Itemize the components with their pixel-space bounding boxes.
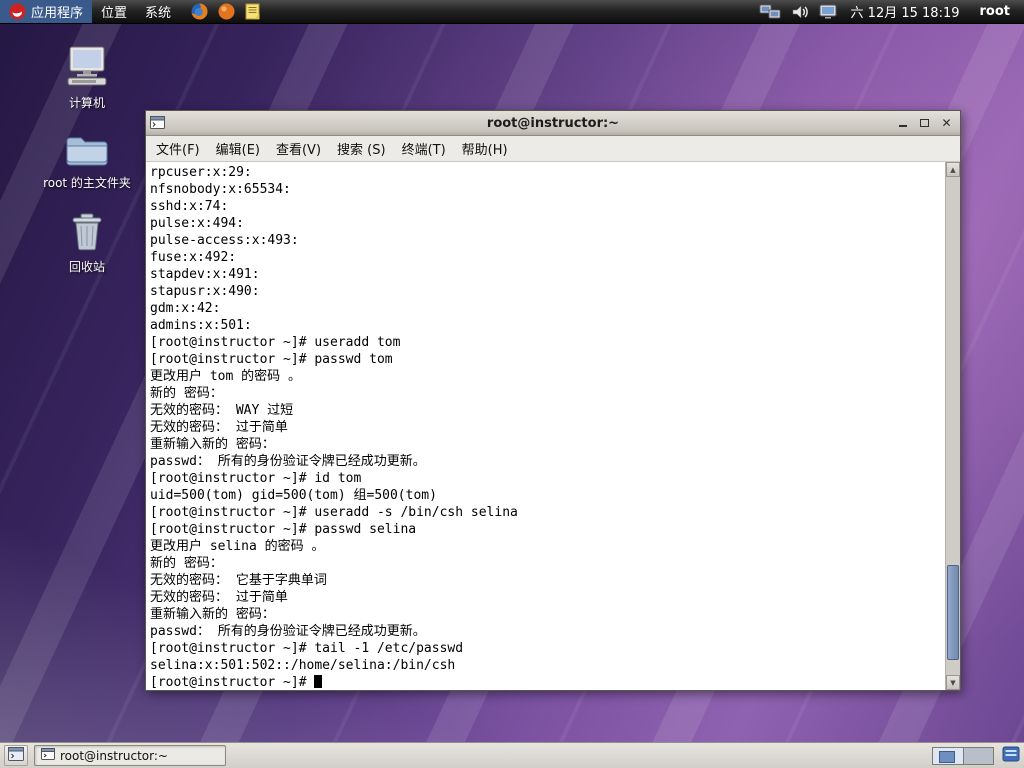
terminal-line: admins:x:501:	[150, 318, 252, 333]
email-launcher-icon[interactable]	[217, 3, 235, 21]
panel-clock[interactable]: 六 12月 15 18:19	[847, 2, 964, 21]
terminal-line: [root@instructor ~]# useradd -s /bin/csh…	[150, 505, 518, 520]
workspace-switcher	[932, 746, 994, 765]
terminal-line: pulse:x:494:	[150, 216, 244, 231]
terminal-line: stapusr:x:490:	[150, 284, 260, 299]
terminal-line: fuse:x:492:	[150, 250, 237, 265]
scroll-down-button[interactable]: ▼	[946, 675, 960, 690]
terminal-line: 更改用户 tom 的密码 。	[150, 369, 301, 384]
terminal-line: 重新输入新的 密码：	[150, 437, 275, 452]
bottom-panel-right	[932, 746, 1020, 766]
show-desktop-button[interactable]	[4, 745, 28, 766]
display-icon[interactable]	[819, 4, 837, 20]
scrollbar-trough[interactable]	[946, 177, 960, 675]
terminal-line: [root@instructor ~]# passwd tom	[150, 352, 393, 367]
scrollbar-thumb[interactable]	[947, 565, 959, 661]
terminal-line: selina:x:501:502::/home/selina:/bin/csh	[150, 658, 456, 673]
volume-icon[interactable]	[791, 4, 809, 20]
terminal-line: 重新输入新的 密码：	[150, 607, 275, 622]
panel-applet-icon[interactable]	[1002, 746, 1020, 766]
folder-icon	[65, 137, 109, 171]
applications-menu[interactable]: 应用程序	[0, 0, 93, 23]
terminal-line: stapdev:x:491:	[150, 267, 260, 282]
bottom-panel: root@instructor:~	[0, 742, 1024, 768]
terminal-task-icon	[41, 748, 55, 763]
menu-terminal[interactable]: 终端(T)	[394, 135, 454, 162]
system-menu-label: 系统	[145, 6, 172, 21]
terminal-line: nfsnobody:x:65534:	[150, 182, 291, 197]
menu-help[interactable]: 帮助(H)	[454, 135, 516, 162]
taskbar-window-button[interactable]: root@instructor:~	[34, 745, 226, 766]
terminal-line: pulse-access:x:493:	[150, 233, 299, 248]
terminal-line: [root@instructor ~]#	[150, 674, 943, 690]
places-menu[interactable]: 位置	[92, 0, 136, 23]
desktop-icon-computer[interactable]: 计算机	[32, 46, 142, 111]
terminal-line: rpcuser:x:29:	[150, 165, 252, 180]
notes-launcher-icon[interactable]	[244, 3, 262, 21]
desktop-icon-label: 计算机	[68, 96, 105, 110]
scroll-up-button[interactable]: ▲	[946, 162, 960, 177]
terminal-output[interactable]: rpcuser:x:29: nfsnobody:x:65534: sshd:x:74…	[146, 162, 945, 690]
menu-file[interactable]: 文件(F)	[148, 135, 208, 162]
terminal-line: passwd： 所有的身份验证令牌已经成功更新。	[150, 454, 426, 469]
terminal-menubar: 文件(F) 编辑(E) 查看(V) 搜索 (S) 终端(T) 帮助(H)	[146, 136, 960, 162]
terminal-line: 无效的密码： WAY 过短	[150, 403, 294, 418]
window-controls: ✕	[893, 114, 956, 132]
desktop-icon-label: 回收站	[68, 260, 105, 274]
terminal-line: [root@instructor ~]# useradd tom	[150, 335, 401, 350]
minimize-button[interactable]	[893, 114, 912, 132]
window-menu-icon[interactable]	[150, 116, 166, 130]
terminal-line: [root@instructor ~]# tail -1 /etc/passwd	[150, 641, 464, 656]
panel-user-menu[interactable]: root	[974, 4, 1017, 19]
menu-edit[interactable]: 编辑(E)	[208, 135, 268, 162]
window-titlebar[interactable]: root@instructor:~ ✕	[146, 111, 960, 136]
computer-icon	[64, 46, 110, 91]
top-panel: 应用程序 位置 系统 六 12月 15 18:19 root	[0, 0, 1024, 24]
show-desktop-icon	[8, 746, 24, 765]
terminal-line: uid=500(tom) gid=500(tom) 组=500(tom)	[150, 488, 437, 503]
workspace-2[interactable]	[963, 747, 993, 764]
terminal-window: root@instructor:~ ✕ 文件(F) 编辑(E) 查看(V) 搜索…	[145, 110, 961, 691]
places-menu-label: 位置	[101, 6, 128, 21]
firefox-launcher-icon[interactable]	[190, 3, 208, 21]
taskbar-window-label: root@instructor:~	[60, 748, 168, 763]
network-icon[interactable]	[759, 4, 781, 20]
menu-view[interactable]: 查看(V)	[268, 135, 329, 162]
terminal-content-area: rpcuser:x:29: nfsnobody:x:65534: sshd:x:74…	[146, 162, 960, 690]
terminal-line: passwd： 所有的身份验证令牌已经成功更新。	[150, 624, 426, 639]
desktop-icon-label: root 的主文件夹	[43, 176, 131, 190]
desktop-icon-home-folder[interactable]: root 的主文件夹	[32, 134, 142, 191]
distro-logo-icon	[9, 3, 26, 20]
terminal-line: 更改用户 selina 的密码 。	[150, 539, 325, 554]
terminal-scrollbar: ▲ ▼	[945, 162, 960, 690]
desktop-icon-trash[interactable]: 回收站	[32, 212, 142, 275]
terminal-line: [root@instructor ~]# passwd selina	[150, 522, 417, 537]
terminal-line: 无效的密码： 过于简单	[150, 420, 288, 435]
terminal-line: 新的 密码：	[150, 386, 223, 401]
terminal-line: sshd:x:74:	[150, 199, 229, 214]
menu-search[interactable]: 搜索 (S)	[329, 135, 394, 162]
terminal-line: 无效的密码： 过于简单	[150, 590, 288, 605]
applications-menu-label: 应用程序	[31, 6, 84, 21]
terminal-cursor	[314, 675, 323, 688]
close-button[interactable]: ✕	[937, 114, 956, 132]
panel-status-area: 六 12月 15 18:19 root	[759, 2, 1024, 21]
terminal-line: 无效的密码： 它基于字典单词	[150, 573, 327, 588]
terminal-line: 新的 密码：	[150, 556, 223, 571]
panel-launchers	[190, 3, 262, 21]
terminal-line: gdm:x:42:	[150, 301, 221, 316]
trash-icon	[67, 213, 107, 255]
system-menu[interactable]: 系统	[136, 0, 180, 23]
window-title: root@instructor:~	[486, 115, 620, 131]
workspace-1[interactable]	[933, 747, 963, 764]
terminal-line: [root@instructor ~]# id tom	[150, 471, 362, 486]
maximize-button[interactable]	[915, 114, 934, 132]
